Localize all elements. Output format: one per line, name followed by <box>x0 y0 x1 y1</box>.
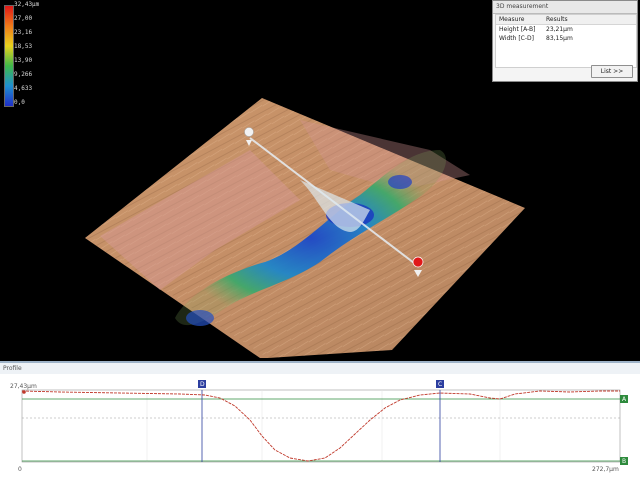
start-marker[interactable] <box>244 127 254 137</box>
colorbar-label: 23,16 <box>14 29 33 36</box>
table-row[interactable]: Height [A-B] 23,21µm <box>496 25 636 34</box>
y-top-label: 27,43µm <box>10 383 37 390</box>
colorbar-label: 0,0 <box>14 99 25 106</box>
measure-cell: Width [C-D] <box>499 35 534 42</box>
result-cell: 83,15µm <box>546 35 573 42</box>
3d-viewport[interactable]: 32,43µm 27,00 23,16 18,53 13,90 9,266 4,… <box>0 0 640 360</box>
measurement-panel: 3D measurement Measure Results Height [A… <box>492 0 638 82</box>
profile-panel-title: Profile <box>0 363 640 374</box>
measurement-panel-title: 3D measurement <box>493 1 637 14</box>
colorbar-label: 13,90 <box>14 57 33 64</box>
x-end-label: 272,7µm <box>592 466 619 473</box>
colorbar-label: 9,266 <box>14 71 33 78</box>
profile-chart[interactable]: D C A B 27,43µm 0 272,7µm <box>0 374 640 480</box>
colorbar-label: 18,53 <box>14 43 33 50</box>
cursor-d-label: D <box>200 381 205 388</box>
measurement-table: Measure Results Height [A-B] 23,21µm Wid… <box>495 14 637 68</box>
measure-cell: Height [A-B] <box>499 26 536 33</box>
end-marker[interactable] <box>412 256 424 268</box>
result-cell: 23,21µm <box>546 26 573 33</box>
column-header-measure[interactable]: Measure <box>499 15 525 24</box>
colorbar-label: 27,00 <box>14 15 33 22</box>
marker-b-label: B <box>622 458 626 465</box>
profile-plot-area <box>21 389 621 463</box>
table-row[interactable]: Width [C-D] 83,15µm <box>496 34 636 43</box>
colorbar-label: 4,633 <box>14 85 33 92</box>
table-header: Measure Results <box>496 15 636 25</box>
profile-panel: Profile D C A B 27,43µm 0 272,7µm <box>0 361 640 480</box>
color-scale-bar <box>4 5 14 107</box>
valley-deep-spot-2 <box>388 175 412 189</box>
profile-start-point[interactable] <box>22 390 26 394</box>
colorbar-max-label: 32,43µm <box>14 1 40 8</box>
cursor-c-label: C <box>438 381 442 388</box>
list-button[interactable]: List >> <box>591 65 633 78</box>
column-header-results[interactable]: Results <box>546 15 568 24</box>
x-start-label: 0 <box>18 466 22 473</box>
valley-deep-spot-3 <box>186 310 214 326</box>
